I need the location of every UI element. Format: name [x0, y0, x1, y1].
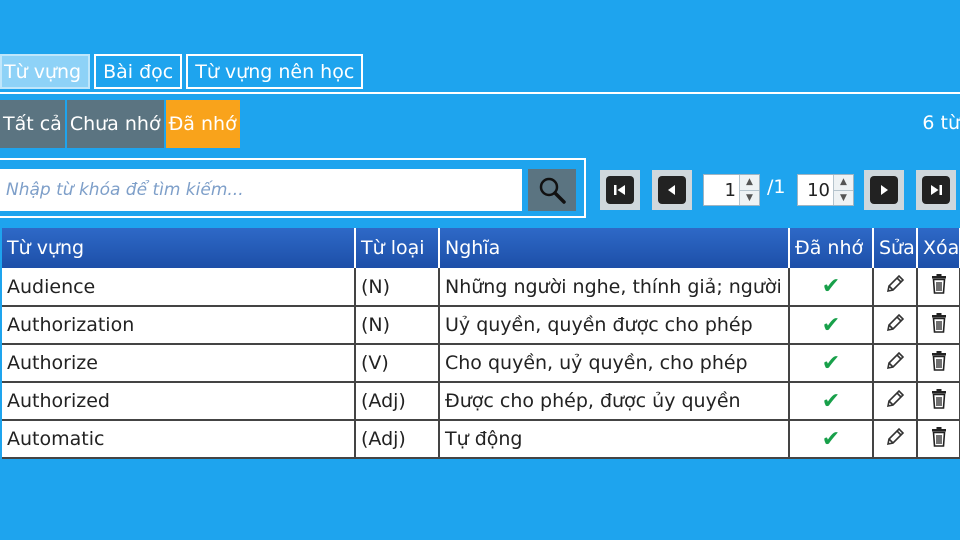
table-row[interactable]: Audience (N) Những người nghe, thính giả; … [2, 268, 960, 307]
first-page-icon [606, 176, 634, 204]
checkmark-icon: ✔ [821, 350, 841, 376]
tab-vocabulary[interactable]: Từ vựng [0, 54, 91, 89]
trash-icon [931, 274, 946, 294]
cell-type: (Adj) [355, 382, 440, 421]
page-size-arrows: ▲ ▼ [833, 175, 853, 205]
cell-remembered[interactable]: ✔ [789, 420, 874, 459]
cell-remembered[interactable]: ✔ [789, 344, 874, 383]
cell-meaning: Uỷ quyền, quyền được cho phép [439, 306, 790, 345]
table-row[interactable]: Automatic (Adj) Tự động ✔ [2, 420, 960, 459]
edit-button[interactable] [873, 420, 918, 459]
checkmark-icon: ✔ [821, 426, 841, 452]
page-size-stepper[interactable]: 10 ▲ ▼ [797, 174, 854, 206]
stepper-down-icon[interactable]: ▼ [834, 190, 853, 205]
prev-page-icon [658, 176, 686, 204]
pencil-icon [886, 351, 905, 369]
word-count: 6 từ [922, 112, 960, 134]
page-size-value: 10 [807, 179, 830, 201]
checkmark-icon: ✔ [821, 312, 841, 338]
edit-button[interactable] [873, 306, 918, 345]
trash-icon [931, 350, 946, 371]
page-number-stepper[interactable]: 1 ▲ ▼ [703, 174, 760, 206]
delete-button[interactable] [917, 382, 960, 421]
tabs-divider [0, 92, 960, 94]
trash-icon [931, 426, 946, 447]
cell-meaning: Tự động [439, 420, 790, 459]
pencil-icon [886, 274, 905, 293]
next-page-icon [870, 176, 898, 204]
delete-button[interactable] [917, 420, 960, 459]
main-tabs: Từ vựng Bài đọc Từ vựng nên học [0, 54, 367, 90]
cell-word: Audience [2, 268, 356, 307]
cell-remembered[interactable]: ✔ [789, 382, 874, 421]
next-page-button[interactable] [864, 170, 904, 210]
checkmark-icon: ✔ [821, 388, 841, 414]
filter-bar: Tất cả Chưa nhớ Đã nhớ [0, 100, 242, 148]
filter-all-button[interactable]: Tất cả [0, 100, 65, 148]
page-stepper-arrows: ▲ ▼ [739, 175, 759, 205]
last-page-icon [922, 176, 950, 204]
search-input[interactable] [0, 169, 522, 211]
cell-word: Authorize [2, 344, 356, 383]
cell-word: Authorized [2, 382, 356, 421]
table-row[interactable]: Authorized (Adj) Được cho phép, được ủy qu… [2, 382, 960, 421]
column-header-edit: Sửa [873, 228, 918, 268]
search-box [0, 158, 586, 218]
trash-icon [931, 312, 946, 333]
filter-not-remembered-button[interactable]: Chưa nhớ [66, 100, 164, 148]
vocabulary-table: Từ vựng Từ loại Nghĩa Đã nhớ Sửa Xóa Aud… [2, 228, 960, 459]
table-row[interactable]: Authorization (N) Uỷ quyền, quyền được cho… [2, 306, 960, 345]
tab-reading[interactable]: Bài đọc [94, 54, 183, 89]
trash-icon [931, 388, 946, 409]
search-button[interactable] [528, 169, 576, 211]
cell-word: Authorization [2, 306, 356, 345]
first-page-button[interactable] [600, 170, 640, 210]
delete-button[interactable] [917, 268, 960, 307]
filter-remembered-button[interactable]: Đã nhớ [165, 100, 240, 148]
cell-meaning: Cho quyền, uỷ quyền, cho phép [439, 344, 790, 383]
page-number-value: 1 [724, 179, 736, 201]
cell-type: (Adj) [355, 420, 440, 459]
delete-button[interactable] [917, 306, 960, 345]
cell-remembered[interactable]: ✔ [789, 268, 874, 307]
edit-button[interactable] [873, 268, 918, 307]
stepper-down-icon[interactable]: ▼ [740, 190, 759, 205]
column-header-meaning[interactable]: Nghĩa [439, 228, 790, 268]
pencil-icon [886, 389, 905, 407]
column-header-remembered[interactable]: Đã nhớ [789, 228, 874, 268]
table-row[interactable]: Authorize (V) Cho quyền, uỷ quyền, cho phé… [2, 344, 960, 383]
cell-type: (N) [355, 306, 440, 345]
cell-meaning: Được cho phép, được ủy quyền [439, 382, 790, 421]
search-icon [539, 177, 566, 204]
vocabulary-app: Từ vựng Bài đọc Từ vựng nên học Tất cả C… [0, 54, 960, 464]
edit-button[interactable] [873, 344, 918, 383]
column-header-word[interactable]: Từ vựng [2, 228, 356, 268]
table-header-row: Từ vựng Từ loại Nghĩa Đã nhớ Sửa Xóa [2, 228, 960, 268]
pencil-icon [886, 427, 905, 445]
cell-remembered[interactable]: ✔ [789, 306, 874, 345]
cell-word: Automatic [2, 420, 356, 459]
column-header-delete: Xóa [917, 228, 960, 268]
tab-recommended-vocabulary[interactable]: Từ vựng nên học [186, 54, 364, 89]
cell-type: (N) [355, 268, 440, 307]
edit-button[interactable] [873, 382, 918, 421]
column-header-type[interactable]: Từ loại [355, 228, 440, 268]
cell-type: (V) [355, 344, 440, 383]
pencil-icon [886, 313, 905, 331]
stepper-up-icon[interactable]: ▲ [740, 175, 759, 191]
cell-meaning: Những người nghe, thính giả; người [439, 268, 790, 307]
prev-page-button[interactable] [652, 170, 692, 210]
total-pages: /1 [767, 176, 786, 198]
stepper-up-icon[interactable]: ▲ [834, 175, 853, 191]
delete-button[interactable] [917, 344, 960, 383]
checkmark-icon: ✔ [821, 274, 841, 299]
last-page-button[interactable] [916, 170, 956, 210]
